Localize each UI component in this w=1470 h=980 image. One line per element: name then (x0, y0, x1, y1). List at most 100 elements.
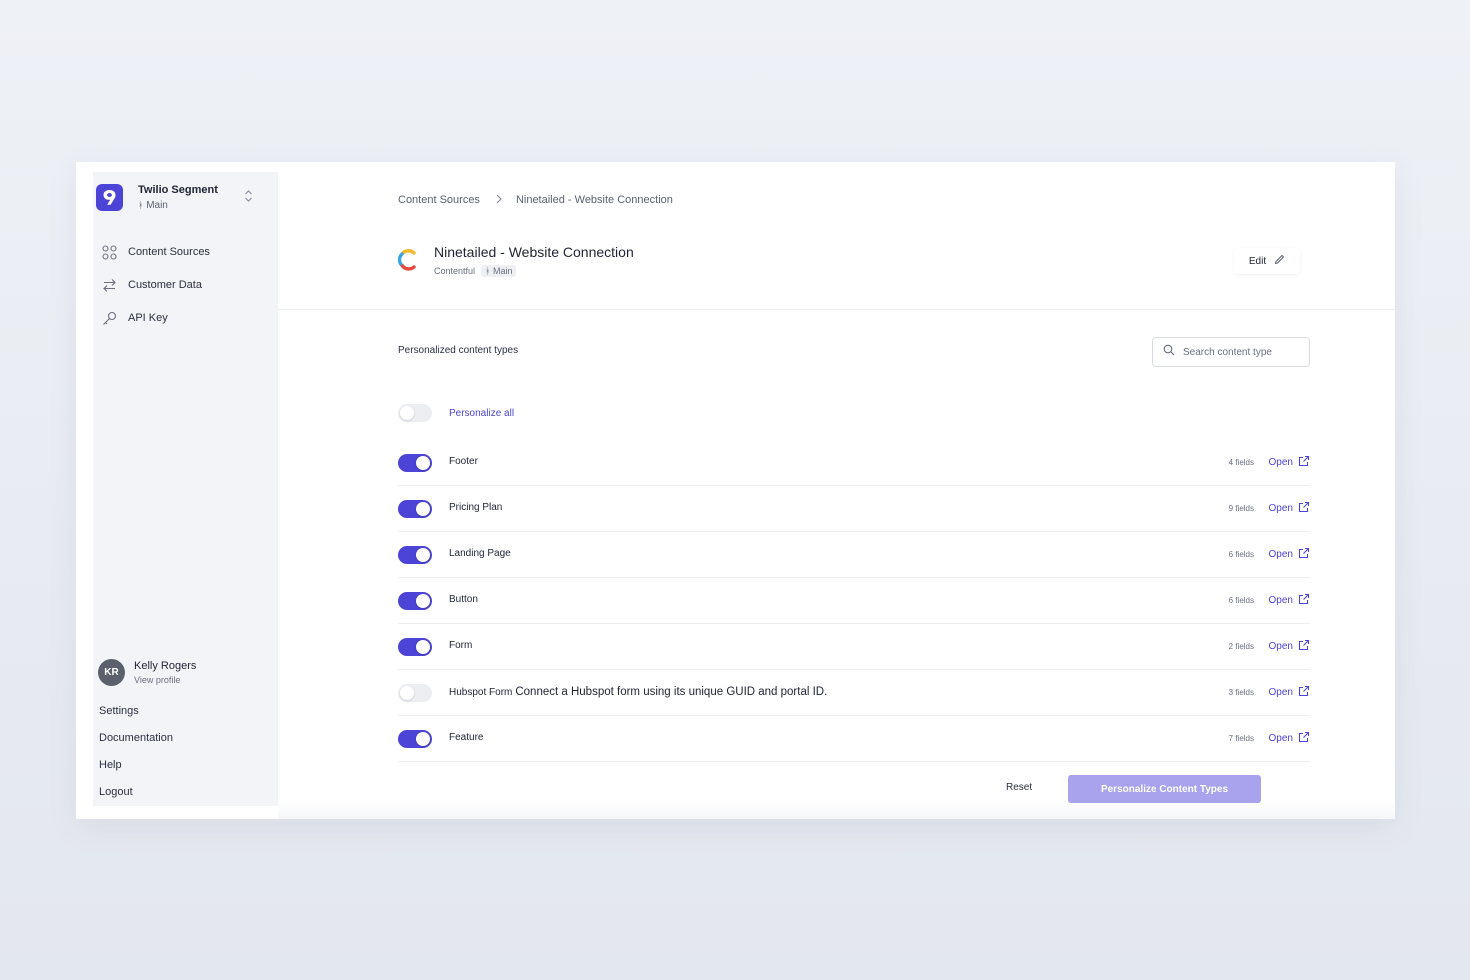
chevron-right-icon (496, 193, 502, 207)
search-input[interactable] (1183, 346, 1303, 358)
toggle-knob (416, 640, 430, 654)
source-provider: Contentful (434, 266, 476, 276)
content-type-name: Pricing Plan (449, 502, 502, 513)
search-icon (1163, 343, 1175, 361)
field-count: 4 fields (1228, 458, 1254, 467)
open-link[interactable]: Open (1269, 501, 1310, 516)
personalize-all-row: Personalize all (398, 404, 514, 422)
content-type-name: Hubspot Form Connect a Hubspot form using… (449, 686, 827, 698)
sidebar-item-content-sources[interactable]: Content Sources (100, 240, 270, 264)
external-link-icon (1293, 593, 1310, 608)
open-link[interactable]: Open (1269, 731, 1310, 746)
toggle-knob (400, 686, 414, 700)
content-type-title: Pricing Plan (449, 502, 503, 513)
open-link[interactable]: Open (1269, 685, 1310, 700)
breadcrumb: Content Sources Ninetailed - Website Con… (398, 193, 673, 207)
source-meta: Contentful ᚼ Main (434, 265, 517, 277)
view-profile-link[interactable]: View profile (134, 675, 180, 685)
settings-link[interactable]: Settings (99, 705, 139, 717)
chevron-updown-icon[interactable] (244, 189, 253, 205)
content-type-row: Form 2 fields Open (398, 624, 1310, 670)
open-link[interactable]: Open (1269, 593, 1310, 608)
user-profile[interactable]: KR Kelly Rogers View profile (98, 658, 273, 690)
personalize-content-types-button[interactable]: Personalize Content Types (1068, 775, 1261, 803)
workspace-name: Twilio Segment (138, 184, 218, 196)
section-title: Personalized content types (398, 345, 519, 356)
personalize-all-label[interactable]: Personalize all (449, 408, 514, 419)
divider (278, 309, 1395, 310)
branch-chip: ᚼ Main (481, 265, 517, 277)
toggle-knob (416, 732, 430, 746)
content-type-row: Button 6 fields Open (398, 578, 1310, 624)
content-type-row: Hubspot Form Connect a Hubspot form using… (398, 670, 1310, 716)
content-type-name: Landing Page (449, 548, 511, 559)
content-type-title: Footer (449, 456, 478, 467)
branch-icon: ᚼ (138, 200, 144, 210)
content-type-toggle[interactable] (398, 730, 432, 748)
content-type-toggle[interactable] (398, 546, 432, 564)
app-window: Twilio Segment ᚼ Main Content Sources Cu… (76, 162, 1395, 819)
content-type-name: Form (449, 640, 472, 651)
content-type-name: Footer (449, 456, 478, 467)
content-type-title: Button (449, 594, 478, 605)
content-type-name: Feature (449, 732, 483, 743)
content-type-row: Feature 7 fields Open (398, 716, 1310, 762)
workspace-switcher[interactable]: Twilio Segment ᚼ Main (93, 182, 278, 222)
contentful-logo-icon (397, 248, 420, 277)
content-type-row: Landing Page 6 fields Open (398, 532, 1310, 578)
open-link-label: Open (1268, 641, 1293, 652)
branch-icon: ᚼ (485, 266, 491, 276)
search-box[interactable] (1152, 337, 1310, 367)
profile-name: Kelly Rogers (134, 660, 197, 672)
toggle-knob (400, 406, 414, 420)
breadcrumb-parent[interactable]: Content Sources (398, 194, 480, 206)
documentation-link[interactable]: Documentation (99, 732, 173, 744)
help-link[interactable]: Help (99, 759, 122, 771)
branch-chip-label: Main (492, 266, 513, 276)
field-count: 7 fields (1228, 734, 1254, 743)
open-link[interactable]: Open (1269, 639, 1310, 654)
field-count: 2 fields (1228, 642, 1254, 651)
content-type-toggle[interactable] (398, 684, 432, 702)
content-type-toggle[interactable] (398, 638, 432, 656)
sidebar-item-label: Customer Data (128, 279, 202, 291)
scroll-fade (278, 802, 1395, 819)
sidebar-item-label: API Key (128, 312, 168, 324)
sidebar-item-api-key[interactable]: API Key (100, 306, 270, 330)
open-link-label: Open (1268, 595, 1293, 606)
external-link-icon (1293, 455, 1310, 470)
content-type-title: Landing Page (449, 548, 511, 559)
content-type-row: Pricing Plan 9 fields Open (398, 486, 1310, 532)
field-count: 3 fields (1228, 688, 1254, 697)
external-link-icon (1293, 547, 1310, 562)
arrows-swap-icon (100, 276, 118, 294)
content-type-name: Button (449, 594, 478, 605)
content-type-toggle[interactable] (398, 592, 432, 610)
edit-button-label: Edit (1248, 255, 1267, 267)
open-link[interactable]: Open (1269, 547, 1310, 562)
logout-link[interactable]: Logout (99, 786, 133, 798)
toggle-knob (416, 548, 430, 562)
key-icon (100, 309, 118, 327)
content-type-toggle[interactable] (398, 500, 432, 518)
footer-actions: Reset Personalize Content Types (1006, 774, 1266, 804)
content-type-toggle[interactable] (398, 454, 432, 472)
personalize-all-toggle[interactable] (398, 404, 432, 422)
content-type-row: Footer 4 fields Open (398, 440, 1310, 486)
toggle-knob (416, 502, 430, 516)
sidebar: Twilio Segment ᚼ Main Content Sources Cu… (93, 172, 278, 806)
content-type-title: Feature (449, 732, 484, 743)
external-link-icon (1293, 639, 1310, 654)
edit-button[interactable]: Edit (1234, 248, 1300, 274)
segment-logo (96, 184, 123, 211)
reset-button[interactable]: Reset (1006, 782, 1032, 793)
open-link[interactable]: Open (1269, 455, 1310, 470)
breadcrumb-current: Ninetailed - Website Connection (515, 194, 673, 206)
sidebar-item-customer-data[interactable]: Customer Data (100, 273, 270, 297)
field-count: 6 fields (1228, 550, 1254, 559)
open-link-label: Open (1268, 503, 1293, 514)
workspace-branch-label: Main (146, 200, 168, 211)
workspace-branch: ᚼ Main (138, 200, 168, 211)
field-count: 6 fields (1228, 596, 1254, 605)
avatar: KR (98, 659, 125, 686)
